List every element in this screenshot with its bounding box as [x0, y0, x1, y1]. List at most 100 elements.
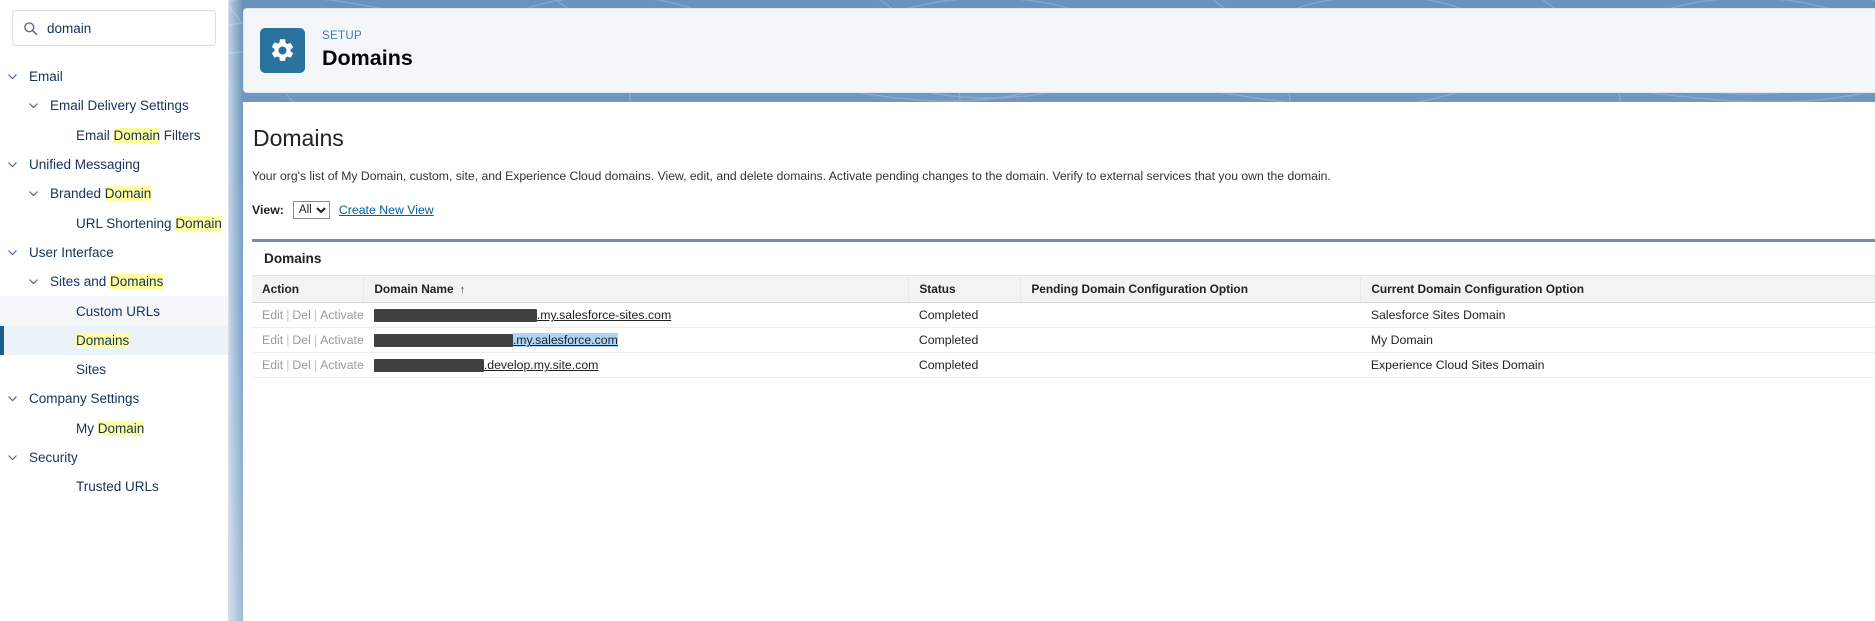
search-match-highlight: Domain: [98, 421, 145, 436]
view-filter-row: View: All Create New View: [252, 201, 1875, 219]
column-header-label: Action: [262, 282, 299, 296]
row-actions-cell: Edit|Del|Activate: [252, 328, 364, 353]
chevron-down-icon[interactable]: [27, 275, 40, 288]
domain-suffix[interactable]: .my.salesforce.com: [513, 333, 618, 347]
edit-link[interactable]: Edit: [262, 308, 283, 322]
redacted-domain-prefix: [374, 334, 513, 347]
table-row: Edit|Del|Activate.my.salesforce.comCompl…: [252, 328, 1875, 353]
domain-name-link[interactable]: .my.salesforce-sites.com: [374, 308, 909, 322]
activate-link[interactable]: Activate: [320, 308, 364, 322]
action-separator: |: [314, 333, 317, 347]
redacted-domain-prefix: [374, 359, 484, 372]
sidebar-item-domains[interactable]: Domains: [0, 326, 228, 355]
status-cell: Completed: [909, 303, 1021, 328]
sidebar-search-wrap: [0, 10, 228, 46]
sidebar-item-email[interactable]: Email: [0, 62, 228, 91]
view-select[interactable]: All: [293, 201, 330, 219]
sidebar-item-custom-urls[interactable]: Custom URLs: [0, 296, 228, 325]
sidebar-item-label: Unified Messaging: [29, 157, 140, 172]
delete-link[interactable]: Del: [292, 333, 310, 347]
sidebar-item-label: Email Delivery Settings: [50, 98, 189, 113]
chevron-down-icon[interactable]: [6, 70, 19, 83]
sidebar-item-label: User Interface: [29, 245, 114, 260]
chevron-down-icon[interactable]: [6, 158, 19, 171]
pending-config-cell: [1021, 328, 1361, 353]
column-header-status[interactable]: Status: [909, 276, 1021, 303]
pending-config-cell: [1021, 303, 1361, 328]
sidebar-item-user-interface[interactable]: User Interface: [0, 238, 228, 267]
sidebar-item-email-delivery-settings[interactable]: Email Delivery Settings: [0, 91, 228, 120]
sidebar-item-label: Sites: [76, 362, 106, 377]
search-match-highlight: Domain: [105, 186, 152, 201]
page-title: Domains: [322, 45, 413, 72]
domain-name-link[interactable]: .develop.my.site.com: [374, 358, 909, 372]
content-description: Your org's list of My Domain, custom, si…: [252, 168, 1875, 184]
view-label: View:: [252, 203, 284, 217]
sidebar-item-company-settings[interactable]: Company Settings: [0, 384, 228, 413]
sidebar-item-label: URL Shortening Domain: [76, 216, 222, 231]
column-header-label: Domain Name: [374, 282, 453, 296]
action-separator: |: [286, 308, 289, 322]
sidebar-item-label: Security: [29, 450, 78, 465]
sidebar-item-sites-and-domains[interactable]: Sites and Domains: [0, 267, 228, 296]
column-header-domain-name[interactable]: Domain Name ↑: [364, 276, 909, 303]
main-region: SETUP Domains Domains Your org's list of…: [229, 0, 1875, 621]
table-header-row: Action Domain Name ↑ Status Pending Domain C…: [252, 276, 1875, 303]
chevron-down-icon[interactable]: [27, 187, 40, 200]
table-row: Edit|Del|Activate.develop.my.site.comCom…: [252, 353, 1875, 378]
chevron-down-icon[interactable]: [6, 246, 19, 259]
sidebar-item-email-domain-filters[interactable]: Email Domain Filters: [0, 121, 228, 150]
edit-link[interactable]: Edit: [262, 358, 283, 372]
edit-link[interactable]: Edit: [262, 333, 283, 347]
sidebar-item-trusted-urls[interactable]: Trusted URLs: [0, 472, 228, 501]
domain-suffix[interactable]: .my.salesforce-sites.com: [537, 308, 671, 322]
sidebar-item-label: Email Domain Filters: [76, 128, 201, 143]
sidebar-item-url-shortening-domain[interactable]: URL Shortening Domain: [0, 208, 228, 237]
create-new-view-link[interactable]: Create New View: [339, 203, 434, 217]
status-cell: Completed: [909, 353, 1021, 378]
activate-link[interactable]: Activate: [320, 358, 364, 372]
sidebar-item-branded-domain[interactable]: Branded Domain: [0, 179, 228, 208]
domain-name-link[interactable]: .my.salesforce.com: [374, 333, 909, 347]
setup-page: Email Email Delivery Settings Email Domain…: [0, 0, 1875, 621]
column-header-pending-domain-configuration-option[interactable]: Pending Domain Configuration Option: [1021, 276, 1361, 303]
quick-find-search-box[interactable]: [12, 10, 216, 46]
left-edge-fade: [229, 0, 243, 621]
content-card: Domains Your org's list of My Domain, cu…: [243, 102, 1875, 621]
action-separator: |: [314, 358, 317, 372]
column-header-label: Current Domain Configuration Option: [1371, 282, 1584, 296]
activate-link[interactable]: Activate: [320, 333, 364, 347]
domain-name-cell: .my.salesforce-sites.com: [364, 303, 909, 328]
domain-suffix[interactable]: .develop.my.site.com: [484, 358, 599, 372]
sidebar-item-sites[interactable]: Sites: [0, 355, 228, 384]
sidebar-item-label: Branded Domain: [50, 186, 151, 201]
domains-table-head: Action Domain Name ↑ Status Pending Domain C…: [252, 276, 1875, 303]
action-separator: |: [314, 308, 317, 322]
sidebar-item-my-domain[interactable]: My Domain: [0, 414, 228, 443]
sort-ascending-icon: ↑: [460, 284, 466, 296]
search-input[interactable]: [47, 21, 205, 36]
sidebar-item-unified-messaging[interactable]: Unified Messaging: [0, 150, 228, 179]
column-header-label: Status: [919, 282, 955, 296]
column-header-current-domain-configuration-option[interactable]: Current Domain Configuration Option: [1361, 276, 1875, 303]
chevron-down-icon[interactable]: [27, 99, 40, 112]
column-header-label: Pending Domain Configuration Option: [1031, 282, 1248, 296]
gear-icon: [260, 28, 305, 73]
domains-table-body: Edit|Del|Activate.my.salesforce-sites.co…: [252, 303, 1875, 378]
action-separator: |: [286, 333, 289, 347]
chevron-down-icon[interactable]: [6, 392, 19, 405]
search-match-highlight: Domains: [76, 333, 129, 348]
delete-link[interactable]: Del: [292, 308, 310, 322]
current-config-cell: Salesforce Sites Domain: [1361, 303, 1875, 328]
list-panel-title: Domains: [252, 242, 1875, 275]
setup-header-card: SETUP Domains: [243, 8, 1875, 93]
column-header-action[interactable]: Action: [252, 276, 364, 303]
search-icon: [23, 21, 38, 36]
sidebar-item-label: My Domain: [76, 421, 144, 436]
delete-link[interactable]: Del: [292, 358, 310, 372]
table-row: Edit|Del|Activate.my.salesforce-sites.co…: [252, 303, 1875, 328]
chevron-down-icon[interactable]: [6, 451, 19, 464]
setup-nav-tree: Email Email Delivery Settings Email Domain…: [0, 62, 228, 501]
sidebar-item-label: Company Settings: [29, 391, 139, 406]
sidebar-item-security[interactable]: Security: [0, 443, 228, 472]
